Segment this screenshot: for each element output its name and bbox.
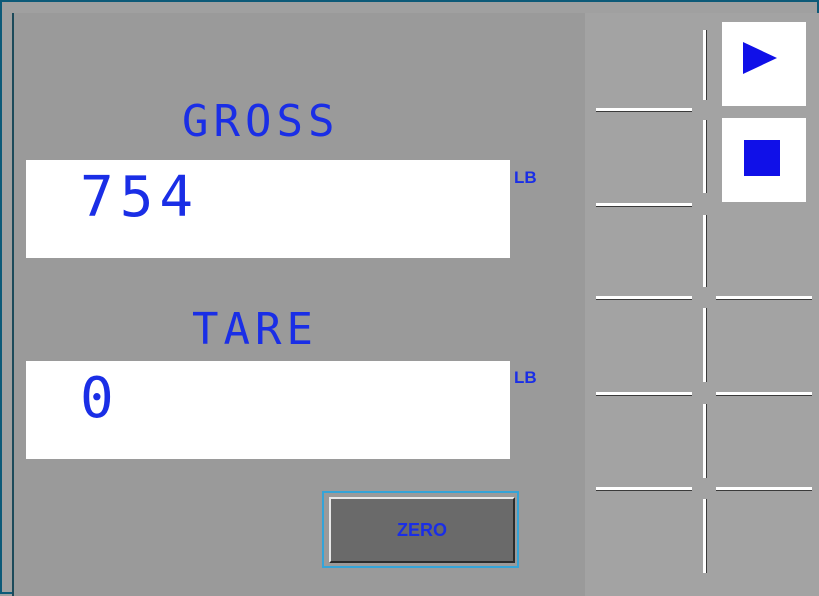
grid-divider xyxy=(703,30,706,100)
grid-divider xyxy=(596,203,692,206)
grid-divider xyxy=(596,108,692,111)
gross-value: 754 xyxy=(80,165,200,230)
stop-button[interactable] xyxy=(722,118,806,202)
tare-heading: TARE xyxy=(192,304,318,355)
gross-heading: GROSS xyxy=(182,96,340,147)
grid-divider xyxy=(703,308,706,382)
play-icon xyxy=(743,42,777,74)
zero-button[interactable]: ZERO xyxy=(329,497,515,563)
grid-divider xyxy=(703,499,706,573)
stop-icon xyxy=(744,140,780,176)
play-button[interactable] xyxy=(722,22,806,106)
grid-divider xyxy=(596,296,692,299)
grid-divider xyxy=(716,296,812,299)
tare-value: 0 xyxy=(80,366,120,431)
grid-divider xyxy=(596,487,692,490)
grid-divider xyxy=(703,120,706,193)
grid-divider xyxy=(703,215,706,287)
tare-unit: LB xyxy=(514,368,537,387)
gross-unit: LB xyxy=(514,168,537,187)
grid-divider xyxy=(716,487,812,490)
grid-divider xyxy=(596,392,692,395)
grid-divider xyxy=(703,404,706,478)
grid-divider xyxy=(716,392,812,395)
